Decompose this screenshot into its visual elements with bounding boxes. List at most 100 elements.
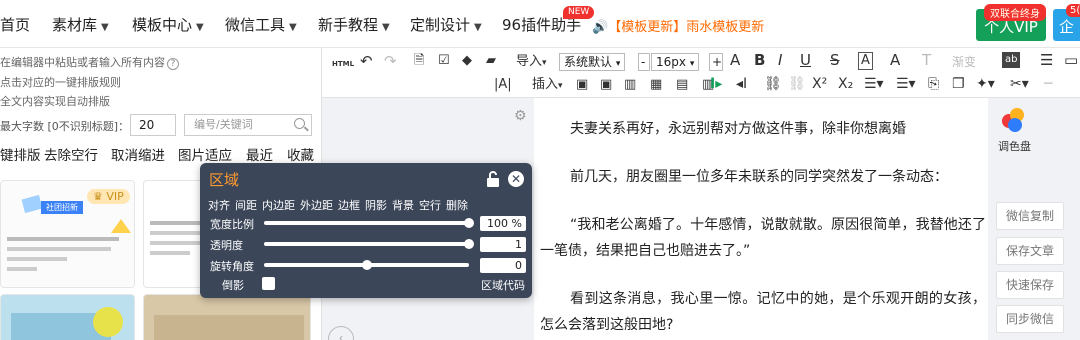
width-ratio-value[interactable]: 100 % [480,216,526,231]
line-height-icon[interactable]: |A| [494,77,512,93]
text-border-icon[interactable]: A [858,52,873,70]
font-size-increase[interactable]: + [709,53,723,71]
quick-save-button[interactable]: 快速保存 [996,271,1064,299]
slider-knob[interactable] [464,239,474,249]
template-card-1[interactable]: 社团招新 ♛ VIP [0,180,135,288]
opacity-label: 透明度 [210,239,243,252]
nav-tutorial[interactable]: 新手教程 ▼ [318,14,390,35]
article-paragraph[interactable]: 看到这条消息，我心里一惊。记忆中的她，是个乐观开朗的女孩，怎么会落到这般田地? [540,286,986,338]
font-color-icon[interactable]: A [890,52,900,68]
gradient-button[interactable]: 渐变 [952,54,976,70]
nav-home[interactable]: 首页 [0,14,30,35]
option-spacing[interactable]: 间距 [235,199,257,212]
columns-icon[interactable]: ▤ [676,77,688,93]
image-icon[interactable]: ▣ [576,77,588,93]
slider-knob[interactable] [361,260,372,270]
slider-knob[interactable] [464,218,474,228]
rotation-value[interactable]: 0 [480,258,526,273]
ordered-list-icon[interactable]: ☰▾ [864,76,884,92]
template-card-4[interactable] [143,294,311,340]
font-size-select[interactable]: 16px ▾ [651,53,700,71]
palette-label[interactable]: 调色盘 [998,138,1031,154]
fit-images-button[interactable]: 图片适应 [178,144,232,164]
redo-icon[interactable]: ↷ [384,53,397,69]
unordered-list-icon[interactable]: ☰▾ [896,76,916,92]
palette-icon[interactable] [1002,108,1028,134]
template-search-input[interactable]: 编号/关键词 [184,114,312,136]
option-shadow[interactable]: 阴影 [365,199,387,212]
import-menu[interactable]: 导入▾ [516,54,547,71]
article-paragraph[interactable]: 前几天，朋友圈里一位多年未联系的同学突然发了一条动态： [540,164,986,190]
help-icon[interactable]: ? [167,58,179,70]
update-notice[interactable]: 🔊【模板更新】雨水模板更新 [592,16,764,35]
one-click-layout-button[interactable]: 键排版 [0,144,41,164]
template-card-3[interactable] [0,294,135,340]
option-padding[interactable]: 内边距 [262,199,295,212]
eraser-icon[interactable]: ◆ [462,53,472,69]
font-size-decrease[interactable]: - [638,53,650,71]
layout-icon[interactable]: ☰ [1040,52,1053,68]
table-insert-icon[interactable]: ▦ [650,77,662,93]
paste-icon[interactable]: ⎘ [928,76,939,92]
ab-label-icon[interactable]: ab [1002,52,1021,68]
reflection-checkbox[interactable] [262,277,275,290]
superscript-icon[interactable]: X² [812,76,827,92]
font-family-select[interactable]: 系统默认 ▾ [559,53,626,71]
new-doc-icon[interactable]: 🗎 [414,53,424,69]
minus-icon[interactable]: ─ [1044,76,1052,92]
image-layout-icon[interactable]: ▣ [600,77,612,93]
unlink-icon[interactable]: ⛓ [788,76,806,92]
indent-icon[interactable]: I▸ [710,76,722,92]
opacity-value[interactable]: 1 [480,237,526,252]
copy-icon[interactable]: ❐ [952,76,965,92]
html-icon[interactable]: HTML [332,56,354,72]
recent-tab[interactable]: 最近 [246,144,273,164]
option-background[interactable]: 背景 [392,199,414,212]
undo-icon[interactable]: ↶ [360,53,373,69]
option-border[interactable]: 边框 [338,199,360,212]
nav-wechat-tools[interactable]: 微信工具 ▼ [225,14,297,35]
underline-icon[interactable]: U [800,52,811,68]
outdent-icon[interactable]: ◂I [736,76,747,92]
option-delete[interactable]: 删除 [446,199,468,212]
nav-custom-design[interactable]: 定制设计 ▼ [410,14,482,35]
max-chars-input[interactable]: 20 [130,114,176,136]
rotation-slider[interactable] [264,260,469,270]
opacity-slider[interactable] [264,239,474,249]
article-title-paragraph[interactable]: 夫妻关系再好，永远别帮对方做这件事，除非你想离婚 [540,116,986,142]
unlock-icon[interactable] [486,171,500,191]
search-icon[interactable] [294,118,305,129]
image-grid-icon[interactable]: ▥ [624,77,636,93]
article-paragraph[interactable]: “我和老公离婚了。十年感情，说散就散。原因很简单，我替他还了一笔债，结果把自己也… [540,212,986,264]
more-icon[interactable]: ✂▾ [1010,76,1029,92]
format-brush-icon[interactable]: ▰ [486,53,496,69]
option-margin[interactable]: 外边距 [300,199,333,212]
sync-wechat-button[interactable]: 同步微信 [996,305,1064,333]
italic-icon[interactable]: I [778,52,782,68]
gear-icon[interactable]: ⚙ [514,108,532,126]
subscript-icon[interactable]: X₂ [838,76,853,92]
save-article-button[interactable]: 保存文章 [996,237,1064,265]
checkbox-icon[interactable]: ☑ [438,53,450,69]
nav-template-center[interactable]: 模板中心 ▼ [132,14,204,35]
favorites-tab[interactable]: 收藏 [287,144,314,164]
insert-menu[interactable]: 插入▾ [532,77,563,94]
text-effect-icon[interactable]: T [922,52,931,68]
bold-icon[interactable]: B [754,52,765,68]
width-ratio-slider[interactable] [264,218,474,228]
text-size-icon[interactable]: A [730,52,740,68]
option-blank-line[interactable]: 空行 [419,199,441,212]
table-icon[interactable]: ▭ [1064,52,1078,68]
nav-material[interactable]: 素材库 ▼ [52,14,109,35]
close-icon[interactable]: ✕ [508,171,524,187]
link-icon[interactable]: ⛓ [764,76,782,92]
option-align[interactable]: 对齐 [208,199,230,212]
remove-blank-lines-button[interactable]: 去除空行 [44,144,98,164]
editor-canvas[interactable]: 夫妻关系再好，永远别帮对方做这件事，除非你想离婚 前几天，朋友圈里一位多年未联系… [534,98,988,340]
speaker-icon: 🔊 [592,20,609,35]
cancel-indent-button[interactable]: 取消缩进 [111,144,165,164]
magic-icon[interactable]: ✦▾ [976,76,995,92]
wechat-copy-button[interactable]: 微信复制 [996,202,1064,230]
region-code-link[interactable]: 区域代码 [481,277,525,293]
strikethrough-icon[interactable]: S [830,52,840,68]
